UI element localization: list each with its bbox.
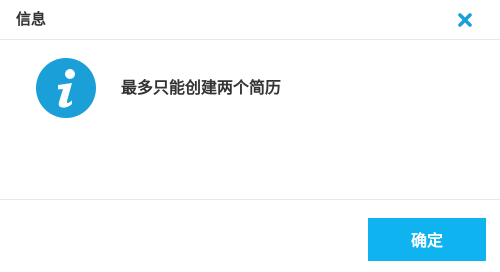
message-dialog: 信息 最多只能创建两个简历 确定 bbox=[0, 0, 500, 272]
dialog-content: 最多只能创建两个简历 bbox=[0, 40, 500, 199]
dialog-title: 信息 bbox=[16, 10, 47, 28]
dialog-message: 最多只能创建两个简历 bbox=[121, 78, 282, 97]
info-icon bbox=[36, 58, 96, 118]
dialog-footer: 确定 bbox=[0, 199, 500, 272]
dialog-titlebar: 信息 bbox=[0, 0, 500, 40]
close-icon[interactable] bbox=[456, 11, 474, 29]
confirm-button[interactable]: 确定 bbox=[368, 218, 486, 261]
